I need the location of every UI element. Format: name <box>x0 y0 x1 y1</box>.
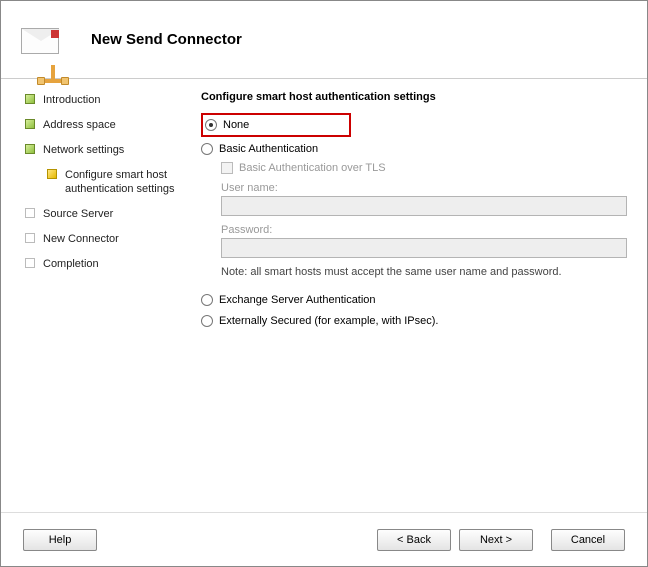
dialog-footer: Help < Back Next > Cancel <box>1 512 647 566</box>
step-address-space[interactable]: Address space <box>25 118 185 132</box>
radio-basic-auth[interactable]: Basic Authentication <box>201 141 627 157</box>
step-introduction[interactable]: Introduction <box>25 93 185 107</box>
password-field <box>221 238 627 258</box>
help-button[interactable]: Help <box>23 529 97 551</box>
step-label: Source Server <box>43 207 113 221</box>
content-title: Configure smart host authentication sett… <box>201 91 627 103</box>
radio-exchange-auth[interactable]: Exchange Server Authentication <box>201 292 627 308</box>
wizard-steps-sidebar: Introduction Address space Network setti… <box>1 79 195 497</box>
step-label: Network settings <box>43 143 124 157</box>
checkbox-basic-tls: Basic Authentication over TLS <box>221 162 627 174</box>
auth-note: Note: all smart hosts must accept the sa… <box>221 266 627 278</box>
radio-icon <box>205 119 217 131</box>
page-title: New Send Connector <box>91 31 242 48</box>
radio-label: None <box>223 119 249 131</box>
step-done-icon <box>25 94 35 104</box>
checkbox-icon <box>221 162 233 174</box>
step-label: Address space <box>43 118 116 132</box>
checkbox-label: Basic Authentication over TLS <box>239 162 386 174</box>
step-done-icon <box>25 144 35 154</box>
step-completion[interactable]: Completion <box>25 257 185 271</box>
password-label: Password: <box>221 224 627 236</box>
step-new-connector[interactable]: New Connector <box>25 232 185 246</box>
step-pending-icon <box>25 208 35 218</box>
step-label: Completion <box>43 257 99 271</box>
back-button[interactable]: < Back <box>377 529 451 551</box>
radio-label: Basic Authentication <box>219 143 318 155</box>
content-pane: Configure smart host authentication sett… <box>195 79 647 497</box>
radio-icon <box>201 143 213 155</box>
radio-none[interactable]: None <box>205 117 249 133</box>
step-label: Configure smart host authentication sett… <box>65 168 185 196</box>
next-button[interactable]: Next > <box>459 529 533 551</box>
username-label: User name: <box>221 182 627 194</box>
envelope-icon <box>19 22 63 58</box>
step-pending-icon <box>25 233 35 243</box>
step-network-settings[interactable]: Network settings <box>25 143 185 157</box>
step-done-icon <box>25 119 35 129</box>
radio-icon <box>201 294 213 306</box>
wizard-dialog: New Send Connector Introduction Address … <box>0 0 648 567</box>
step-label: Introduction <box>43 93 100 107</box>
step-pending-icon <box>25 258 35 268</box>
username-field <box>221 196 627 216</box>
radio-label: Externally Secured (for example, with IP… <box>219 315 438 327</box>
step-label: New Connector <box>43 232 119 246</box>
network-icon <box>41 65 67 87</box>
dialog-header: New Send Connector <box>1 1 647 79</box>
cancel-button[interactable]: Cancel <box>551 529 625 551</box>
password-group: Password: <box>221 224 627 258</box>
radio-label: Exchange Server Authentication <box>219 294 376 306</box>
step-source-server[interactable]: Source Server <box>25 207 185 221</box>
username-group: User name: <box>221 182 627 216</box>
radio-icon <box>201 315 213 327</box>
highlight-none-option: None <box>201 113 351 137</box>
radio-externally-secured[interactable]: Externally Secured (for example, with IP… <box>201 313 627 329</box>
step-current-icon <box>47 169 57 179</box>
step-smart-host-auth[interactable]: Configure smart host authentication sett… <box>47 168 185 196</box>
